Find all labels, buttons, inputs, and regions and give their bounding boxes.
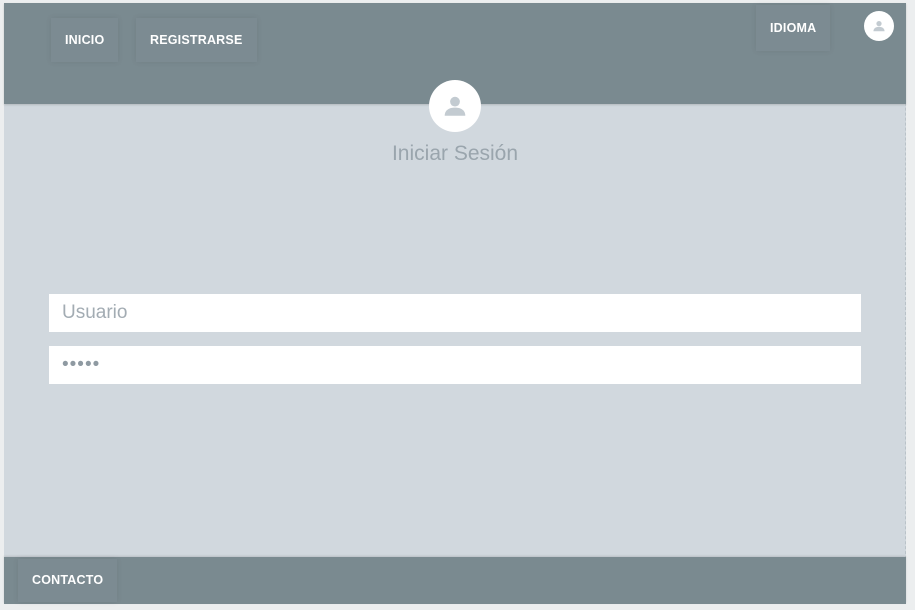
person-icon xyxy=(444,96,466,116)
nav-inicio[interactable]: INICIO xyxy=(51,18,119,62)
contact-link[interactable]: CONTACTO xyxy=(18,559,118,602)
footer-bar: CONTACTO xyxy=(4,557,906,604)
username-input[interactable] xyxy=(49,294,861,332)
login-avatar-icon xyxy=(429,80,481,132)
nav-registrarse[interactable]: REGISTRARSE xyxy=(136,18,257,62)
page-title: Iniciar Sesión xyxy=(391,142,519,165)
user-avatar-icon[interactable] xyxy=(864,11,894,41)
language-button[interactable]: IDIOMA xyxy=(756,5,831,51)
person-icon xyxy=(873,21,885,32)
password-input[interactable] xyxy=(49,346,861,384)
app-frame: INICIO REGISTRARSE IDIOMA Iniciar Sesión… xyxy=(4,3,906,604)
